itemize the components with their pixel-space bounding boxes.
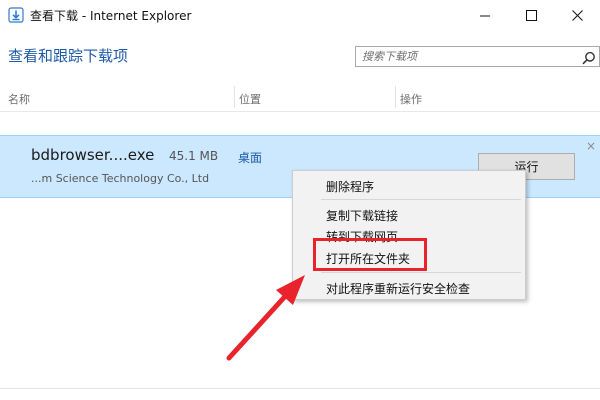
- minimize-icon: [480, 11, 490, 21]
- file-name: bdbrowser....exe: [31, 146, 155, 164]
- download-window-icon: [8, 7, 24, 23]
- page-title: 查看和跟踪下载项: [8, 47, 129, 65]
- divider: [0, 388, 600, 389]
- menu-item-delete-program[interactable]: 删除程序: [326, 178, 374, 195]
- context-menu: 删除程序 复制下载链接 转到下载网页 打开所在文件夹 对此程序重新运行安全检查: [292, 170, 526, 300]
- highlight-box: [313, 238, 427, 271]
- menu-separator: [321, 199, 521, 200]
- menu-item-rerun-security-check[interactable]: 对此程序重新运行安全检查: [326, 280, 470, 297]
- search-box[interactable]: [355, 46, 600, 67]
- location-link[interactable]: 桌面: [238, 149, 262, 166]
- menu-item-copy-download-link[interactable]: 复制下载链接: [326, 207, 398, 224]
- divider: [0, 111, 600, 112]
- column-header-actions[interactable]: 操作: [400, 91, 422, 107]
- column-header-location[interactable]: 位置: [239, 91, 261, 107]
- dismiss-icon[interactable]: ×: [586, 139, 596, 153]
- search-input[interactable]: [356, 47, 576, 66]
- close-icon: [571, 10, 583, 21]
- menu-separator: [321, 272, 521, 273]
- column-divider[interactable]: [234, 86, 235, 108]
- publisher-name: ...m Science Technology Co., Ltd: [31, 172, 210, 185]
- close-button[interactable]: [554, 0, 600, 31]
- window-title: 查看下载 - Internet Explorer: [30, 9, 192, 23]
- search-icon[interactable]: [582, 50, 596, 69]
- maximize-button[interactable]: [508, 0, 554, 31]
- file-size: 45.1 MB: [169, 149, 219, 163]
- column-header-name[interactable]: 名称: [8, 91, 30, 107]
- column-divider[interactable]: [395, 86, 396, 108]
- minimize-button[interactable]: [462, 0, 508, 31]
- title-bar: 查看下载 - Internet Explorer: [0, 0, 600, 31]
- maximize-icon: [525, 10, 537, 21]
